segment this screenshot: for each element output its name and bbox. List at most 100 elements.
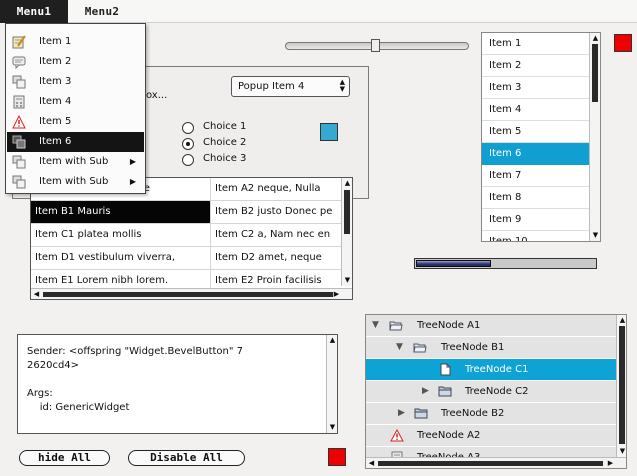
tree-horizontal-scrollbar[interactable]: ◀ ▶	[366, 457, 626, 468]
popup-button[interactable]: Popup Item 4 ▲ ▼	[231, 76, 350, 97]
scrollbar-thumb[interactable]	[619, 326, 625, 444]
list-item[interactable]: Item 10	[482, 231, 589, 241]
expander-down-icon[interactable]: ▼	[396, 342, 403, 352]
table-row[interactable]: Item D1 vestibulum viverra, Item D2 amet…	[31, 247, 341, 270]
list-item[interactable]: Item 7	[482, 165, 589, 187]
scrollbar-thumb[interactable]	[592, 44, 598, 102]
menu1-dropdown: Item 1 Item 2 Item 3 Item 4 Item 5 Item …	[5, 23, 146, 194]
list-item[interactable]: Item 3	[482, 77, 589, 99]
menu-item-label: Item with Sub	[39, 176, 109, 187]
arrow-up-icon[interactable]: ▲	[342, 178, 352, 188]
arrow-right-icon[interactable]: ▶	[605, 458, 616, 468]
table-cell: Item A2 neque, Nulla	[215, 183, 321, 194]
document-icon	[440, 363, 451, 376]
warning-icon	[390, 429, 404, 442]
log-vertical-scrollbar[interactable]: ▲ ▼	[326, 335, 337, 433]
speech-bubble-icon	[12, 56, 26, 69]
scrollbar-thumb[interactable]	[344, 190, 350, 234]
tree-node-label: TreeNode A2	[417, 430, 481, 441]
menu-item-with-sub-1[interactable]: Item with Sub ▶	[7, 152, 144, 172]
notepad-icon	[12, 35, 26, 49]
group-label: ox...	[146, 90, 168, 101]
tree-node-label: TreeNode C2	[465, 386, 529, 397]
color-well[interactable]	[320, 123, 338, 141]
menu-item-label: Item 6	[39, 136, 72, 147]
grid-horizontal-scrollbar[interactable]: ◀ ▶	[31, 288, 352, 299]
list-item[interactable]: Item 4	[482, 99, 589, 121]
arrow-left-icon[interactable]: ◀	[31, 289, 42, 299]
tree-node-label: TreeNode B1	[441, 342, 505, 353]
folder-open-icon	[389, 321, 403, 331]
hide-all-button[interactable]: hide All	[19, 450, 110, 466]
menu-item-2[interactable]: Item 2	[7, 52, 144, 72]
windows-icon	[12, 155, 26, 169]
tree-node-a2[interactable]: TreeNode A2	[366, 425, 616, 447]
list-item-selected[interactable]: Item 6	[482, 143, 589, 165]
menu-menu1[interactable]: Menu1	[0, 0, 68, 23]
grid-vertical-scrollbar[interactable]: ▲ ▼	[341, 178, 352, 286]
tree-node-c2[interactable]: ▶ TreeNode C2	[366, 381, 616, 403]
expander-right-icon[interactable]: ▶	[398, 408, 405, 418]
tree-node-label: TreeNode C1	[465, 364, 529, 375]
tree-node-a1[interactable]: ▼ TreeNode A1	[366, 315, 616, 337]
arrow-right-icon[interactable]: ▶	[331, 289, 342, 299]
color-swatch-red-top[interactable]	[614, 34, 632, 52]
slider-thumb[interactable]	[371, 39, 380, 52]
log-line: Args:	[27, 388, 53, 399]
menu-item-label: Item 5	[39, 116, 72, 127]
updown-arrows-icon: ▲ ▼	[339, 78, 345, 93]
folder-icon	[414, 408, 428, 419]
list-item[interactable]: Item 1	[482, 33, 589, 55]
menu-item-3[interactable]: Item 3	[7, 72, 144, 92]
tree-node-b2[interactable]: ▶ TreeNode B2	[366, 403, 616, 425]
tree-vertical-scrollbar[interactable]: ▲ ▼	[616, 315, 626, 457]
table-row[interactable]: Item B1 Mauris Item B2 justo Donec pe	[31, 201, 341, 224]
tree-view: ▼ TreeNode A1 ▼ TreeNode B1 TreeNode C1 …	[365, 314, 627, 469]
list-item[interactable]: Item 8	[482, 187, 589, 209]
arrow-down-icon[interactable]: ▼	[617, 446, 626, 456]
popup-selected-label: Popup Item 4	[238, 81, 305, 92]
submenu-arrow-icon: ▶	[129, 157, 136, 166]
menu-item-label: Item 1	[39, 36, 72, 47]
arrow-down-icon[interactable]: ▼	[342, 275, 352, 285]
scrollbar-thumb[interactable]	[43, 292, 333, 297]
arrow-left-icon[interactable]: ◀	[366, 458, 377, 468]
expander-down-icon[interactable]: ▼	[372, 320, 379, 330]
menu-item-4[interactable]: Item 4	[7, 92, 144, 112]
expander-right-icon[interactable]: ▶	[422, 386, 429, 396]
disable-all-button[interactable]: Disable All	[128, 450, 245, 466]
color-swatch-red-bottom[interactable]	[328, 448, 346, 466]
arrow-up-icon[interactable]: ▲	[590, 33, 600, 43]
table-row[interactable]: Item C1 platea mollis Item C2 a, Nam nec…	[31, 224, 341, 247]
log-line: Sender: <offspring "Widget.BevelButton" …	[27, 346, 244, 357]
log-line: 2620cd4>	[27, 360, 80, 371]
scrollbar-thumb[interactable]	[378, 461, 603, 466]
folder-open-icon	[413, 343, 427, 353]
list-item[interactable]: Item 9	[482, 209, 589, 231]
table-cell: Item D1 vestibulum viverra,	[31, 247, 211, 269]
data-grid: e Item A2 neque, Nulla Item B1 Mauris It…	[30, 177, 353, 300]
log-text-view[interactable]: Sender: <offspring "Widget.BevelButton" …	[17, 334, 338, 434]
menu-item-5[interactable]: Item 5	[7, 112, 144, 132]
arrow-down-icon[interactable]: ▼	[327, 422, 338, 432]
arrow-up-icon[interactable]: ▲	[617, 315, 626, 325]
list-item[interactable]: Item 2	[482, 55, 589, 77]
list-box: Item 1 Item 2 Item 3 Item 4 Item 5 Item …	[481, 32, 601, 242]
tree-node-c1[interactable]: TreeNode C1	[366, 359, 616, 381]
menu-item-1[interactable]: Item 1	[7, 32, 144, 52]
listbox-vertical-scrollbar[interactable]: ▲ ▼	[589, 33, 600, 241]
arrow-up-icon[interactable]: ▲	[327, 335, 338, 345]
tree-node-label: TreeNode A1	[417, 320, 481, 331]
menu-menu2[interactable]: Menu2	[68, 0, 136, 23]
menu-item-with-sub-2[interactable]: Item with Sub ▶	[7, 172, 144, 192]
radio-circle	[182, 122, 194, 134]
menu-item-label: Item with Sub	[39, 156, 109, 167]
menu-item-6[interactable]: Item 6	[7, 132, 144, 152]
menu-item-label: Item 2	[39, 56, 72, 67]
calculator-icon	[13, 95, 25, 109]
arrow-down-icon[interactable]: ▼	[590, 230, 600, 240]
list-item[interactable]: Item 5	[482, 121, 589, 143]
tree-node-b1[interactable]: ▼ TreeNode B1	[366, 337, 616, 359]
windows-icon	[12, 175, 26, 189]
table-cell: Item C1 platea mollis	[31, 224, 211, 246]
